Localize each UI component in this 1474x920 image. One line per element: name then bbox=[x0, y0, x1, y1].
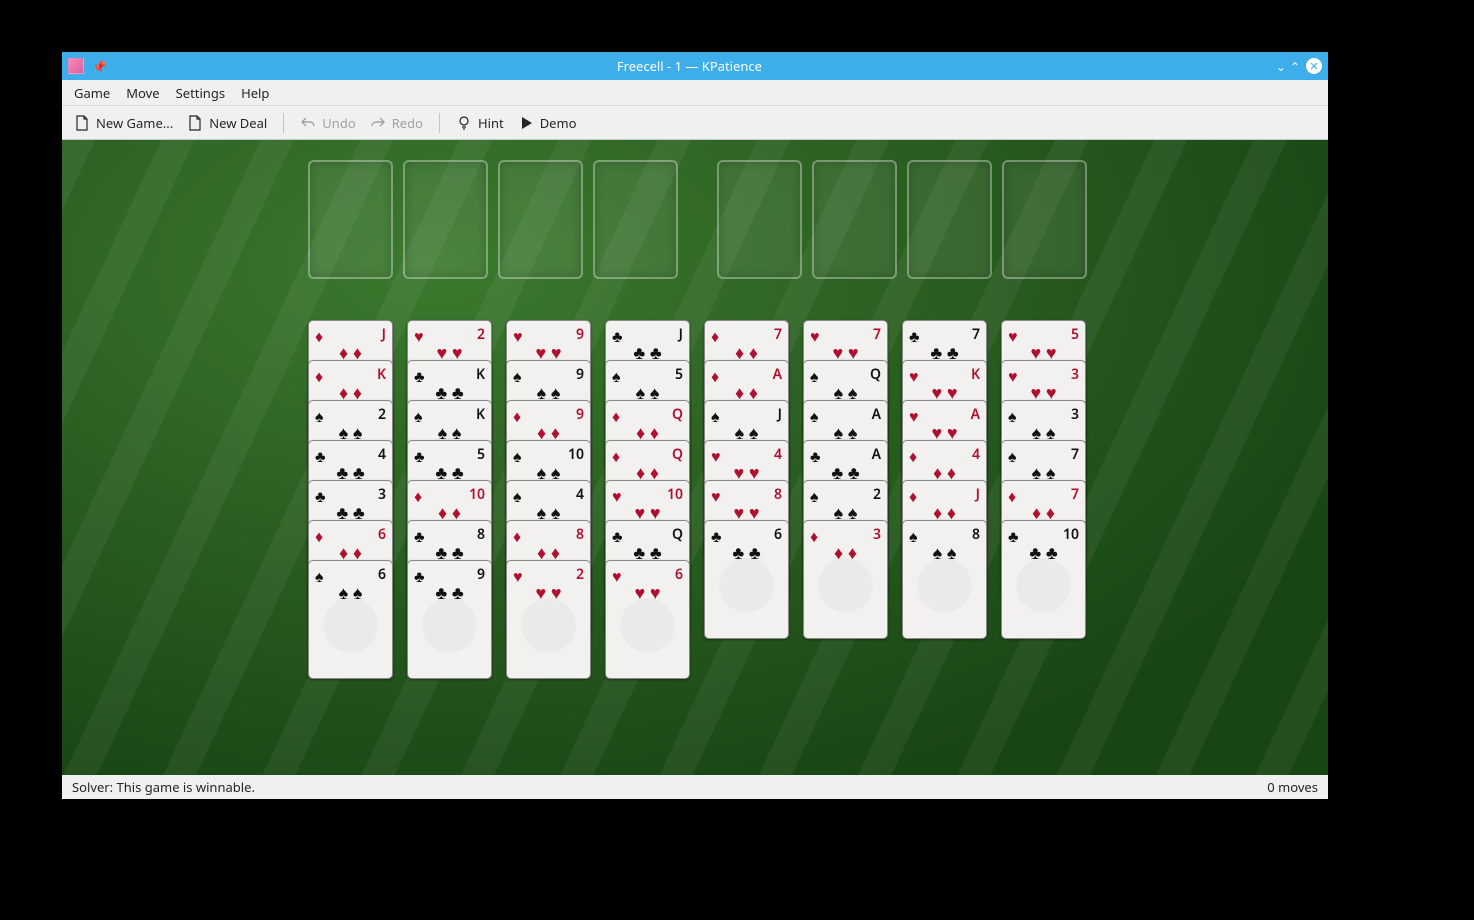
application-window: 📌 Freecell - 1 — KPatience ⌄ ⌃ ✕ Game Mo… bbox=[62, 52, 1328, 799]
move-count: 0 moves bbox=[1267, 778, 1318, 796]
pin-icon[interactable]: 📌 bbox=[92, 58, 107, 75]
foundation-slot[interactable] bbox=[717, 160, 802, 279]
new-game-label: New Game... bbox=[96, 114, 173, 132]
suit-icon: ♣ ♣ bbox=[408, 581, 491, 605]
menu-move[interactable]: Move bbox=[126, 84, 159, 102]
freecell-slot[interactable] bbox=[403, 160, 488, 279]
playing-card[interactable]: ♣6♣ ♣ bbox=[704, 520, 789, 639]
playing-card[interactable]: ♥6♥ ♥ bbox=[605, 560, 690, 679]
menubar: Game Move Settings Help bbox=[62, 80, 1328, 106]
playing-card[interactable]: ♥2♥ ♥ bbox=[506, 560, 591, 679]
suit-icon: ♥ ♥ bbox=[507, 581, 590, 605]
freecell-slot[interactable] bbox=[498, 160, 583, 279]
freecell-slot[interactable] bbox=[593, 160, 678, 279]
menu-game[interactable]: Game bbox=[74, 84, 110, 102]
undo-label: Undo bbox=[322, 114, 355, 132]
undo-button: Undo bbox=[300, 114, 355, 132]
solver-status: Solver: This game is winnable. bbox=[72, 778, 255, 796]
toolbar: New Game... New Deal Undo Redo Hin bbox=[62, 106, 1328, 140]
new-deal-button[interactable]: New Deal bbox=[187, 114, 267, 132]
playing-card[interactable]: ♦3♦ ♦ bbox=[803, 520, 888, 639]
maximize-icon[interactable]: ⌃ bbox=[1290, 58, 1300, 75]
window-title: Freecell - 1 — KPatience bbox=[107, 57, 1272, 75]
menu-help[interactable]: Help bbox=[241, 84, 269, 102]
document-new-icon bbox=[74, 115, 90, 131]
menu-settings[interactable]: Settings bbox=[176, 84, 225, 102]
separator bbox=[283, 113, 284, 133]
freecell-slot[interactable] bbox=[308, 160, 393, 279]
new-deal-label: New Deal bbox=[209, 114, 267, 132]
playing-card[interactable]: ♣10♣ ♣ bbox=[1001, 520, 1086, 639]
foundation-slot[interactable] bbox=[812, 160, 897, 279]
play-icon bbox=[518, 115, 534, 131]
suit-icon: ♣ ♣ bbox=[705, 541, 788, 565]
playing-card[interactable]: ♣9♣ ♣ bbox=[407, 560, 492, 679]
redo-icon bbox=[370, 115, 386, 131]
minimize-icon[interactable]: ⌄ bbox=[1276, 58, 1286, 75]
demo-label: Demo bbox=[540, 114, 577, 132]
titlebar[interactable]: 📌 Freecell - 1 — KPatience ⌄ ⌃ ✕ bbox=[62, 52, 1328, 80]
hint-icon bbox=[456, 115, 472, 131]
redo-button: Redo bbox=[370, 114, 423, 132]
demo-button[interactable]: Demo bbox=[518, 114, 577, 132]
undo-icon bbox=[300, 115, 316, 131]
close-icon[interactable]: ✕ bbox=[1306, 58, 1322, 74]
game-board[interactable]: ♦J♦ ♦♦K♦ ♦♠2♠ ♠♣4♣ ♣♣3♣ ♣♦6♦ ♦♠6♠ ♠♥2♥ ♥… bbox=[62, 140, 1328, 775]
suit-icon: ♥ ♥ bbox=[606, 581, 689, 605]
statusbar: Solver: This game is winnable. 0 moves bbox=[62, 775, 1328, 799]
suit-icon: ♣ ♣ bbox=[1002, 541, 1085, 565]
suit-icon: ♠ ♠ bbox=[903, 541, 986, 565]
playing-card[interactable]: ♠8♠ ♠ bbox=[902, 520, 987, 639]
redo-label: Redo bbox=[392, 114, 423, 132]
foundation-slot[interactable] bbox=[907, 160, 992, 279]
app-icon bbox=[68, 58, 84, 74]
suit-icon: ♦ ♦ bbox=[804, 541, 887, 565]
new-game-button[interactable]: New Game... bbox=[74, 114, 173, 132]
hint-label: Hint bbox=[478, 114, 504, 132]
suit-icon: ♠ ♠ bbox=[309, 581, 392, 605]
foundation-slot[interactable] bbox=[1002, 160, 1087, 279]
playing-card[interactable]: ♠6♠ ♠ bbox=[308, 560, 393, 679]
separator bbox=[439, 113, 440, 133]
hint-button[interactable]: Hint bbox=[456, 114, 504, 132]
document-icon bbox=[187, 115, 203, 131]
